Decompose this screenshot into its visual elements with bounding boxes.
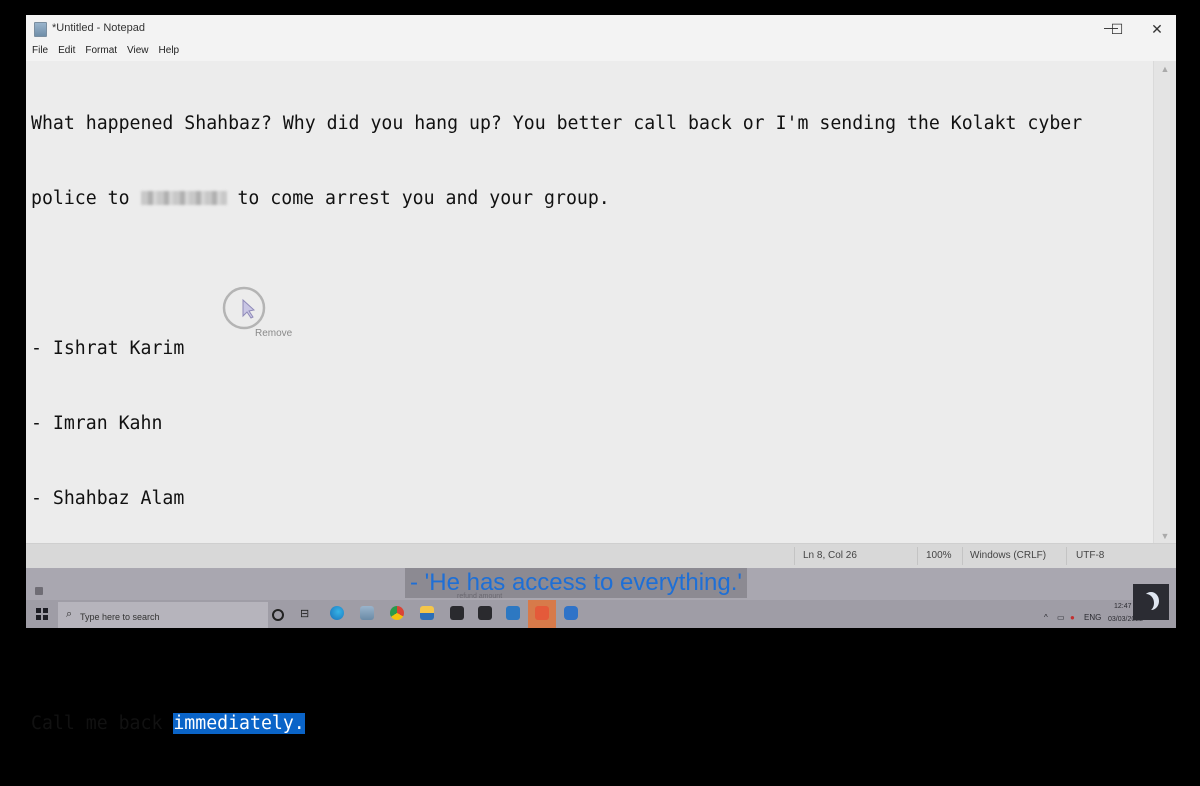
notepad-app-icon [34,22,47,37]
text-segment: Call me back [31,713,174,734]
cursor-tooltip: Remove [255,328,293,339]
title-bar[interactable]: *Untitled - Notepad — ☐ ✕ [26,15,1176,43]
vertical-scrollbar[interactable]: ▲ ▼ [1153,61,1176,544]
menu-help[interactable]: Help [154,43,185,61]
solitaire-icon[interactable] [450,606,464,620]
store-icon[interactable] [478,606,492,620]
menu-bar: File Edit Format View Help [26,43,1176,61]
clock-time[interactable]: 12:47 [1114,603,1132,610]
cursor-position: Ln 8, Col 26 [803,550,857,561]
close-button[interactable]: ✕ [1137,15,1177,43]
text-line: What happened Shahbaz? Why did you hang … [31,113,1083,134]
zoom-level: 100% [926,550,952,561]
selected-text[interactable]: immediately. [173,713,305,734]
search-icon: ⌕ [66,608,73,620]
scroll-down-icon[interactable]: ▼ [1154,528,1176,544]
file-explorer-icon[interactable] [420,606,434,620]
moon-logo-icon [1143,592,1159,610]
status-divider [962,547,963,565]
remote-app-icon [535,606,549,620]
chrome-icon[interactable] [390,606,404,620]
taskbar-search[interactable]: ⌕ Type here to search [58,602,268,628]
menu-format[interactable]: Format [80,43,122,61]
menu-view[interactable]: View [122,43,154,61]
text-line: Call me back immediately. [31,711,1082,736]
encoding: UTF-8 [1076,550,1105,561]
status-divider [794,547,795,565]
text-editor[interactable]: What happened Shahbaz? Why did you hang … [26,61,1154,734]
list-item: - Shahbaz Alam [31,488,185,509]
cortana-icon[interactable] [272,609,284,621]
mail-icon[interactable] [506,606,520,620]
language-indicator[interactable]: ENG [1084,613,1101,622]
video-overlay-thumbnail [1133,584,1169,620]
status-bar: Ln 8, Col 26 100% Windows (CRLF) UTF-8 [26,543,1176,568]
cursor-click-indicator [222,286,266,330]
editor-content[interactable]: What happened Shahbaz? Why did you hang … [31,61,1082,786]
redacted-text [140,191,227,205]
mouse-pointer-icon [242,298,256,319]
status-divider [917,547,918,565]
search-placeholder: Type here to search [80,612,160,622]
list-item: - Imran Kahn [31,413,163,434]
notepad-taskbar-icon[interactable] [360,606,374,620]
text-segment: to come arrest you and your group. [226,188,610,209]
taskbar: ⌕ Type here to search ⊟ ^ ▭ ● ENG 12:47 … [26,600,1176,628]
maximize-button[interactable]: ☐ [1097,15,1137,43]
window-title: *Untitled - Notepad [52,22,145,34]
volume-muted-icon[interactable]: ● [1070,613,1075,622]
teamviewer-icon[interactable] [564,606,578,620]
text-line: police to to come arrest you and your gr… [31,186,1082,211]
task-view-icon[interactable]: ⊟ [300,607,314,621]
network-icon[interactable]: ▭ [1057,613,1065,622]
line-ending: Windows (CRLF) [970,550,1047,561]
status-divider [1066,547,1067,565]
notepad-window: *Untitled - Notepad — ☐ ✕ File Edit Form… [26,15,1176,734]
menu-edit[interactable]: Edit [53,43,80,61]
remote-app-tile[interactable] [528,600,556,628]
start-button[interactable] [36,608,48,620]
scroll-up-icon[interactable]: ▲ [1154,61,1176,77]
text-segment: police to [31,188,141,209]
edge-icon[interactable] [330,606,344,620]
menu-file[interactable]: File [26,43,53,61]
tray-overflow-icon[interactable]: ^ [1044,613,1048,622]
background-tooltip: refund amount [457,593,503,600]
desktop-icon[interactable] [35,587,43,595]
list-item: - Ishrat Karim [31,338,185,359]
